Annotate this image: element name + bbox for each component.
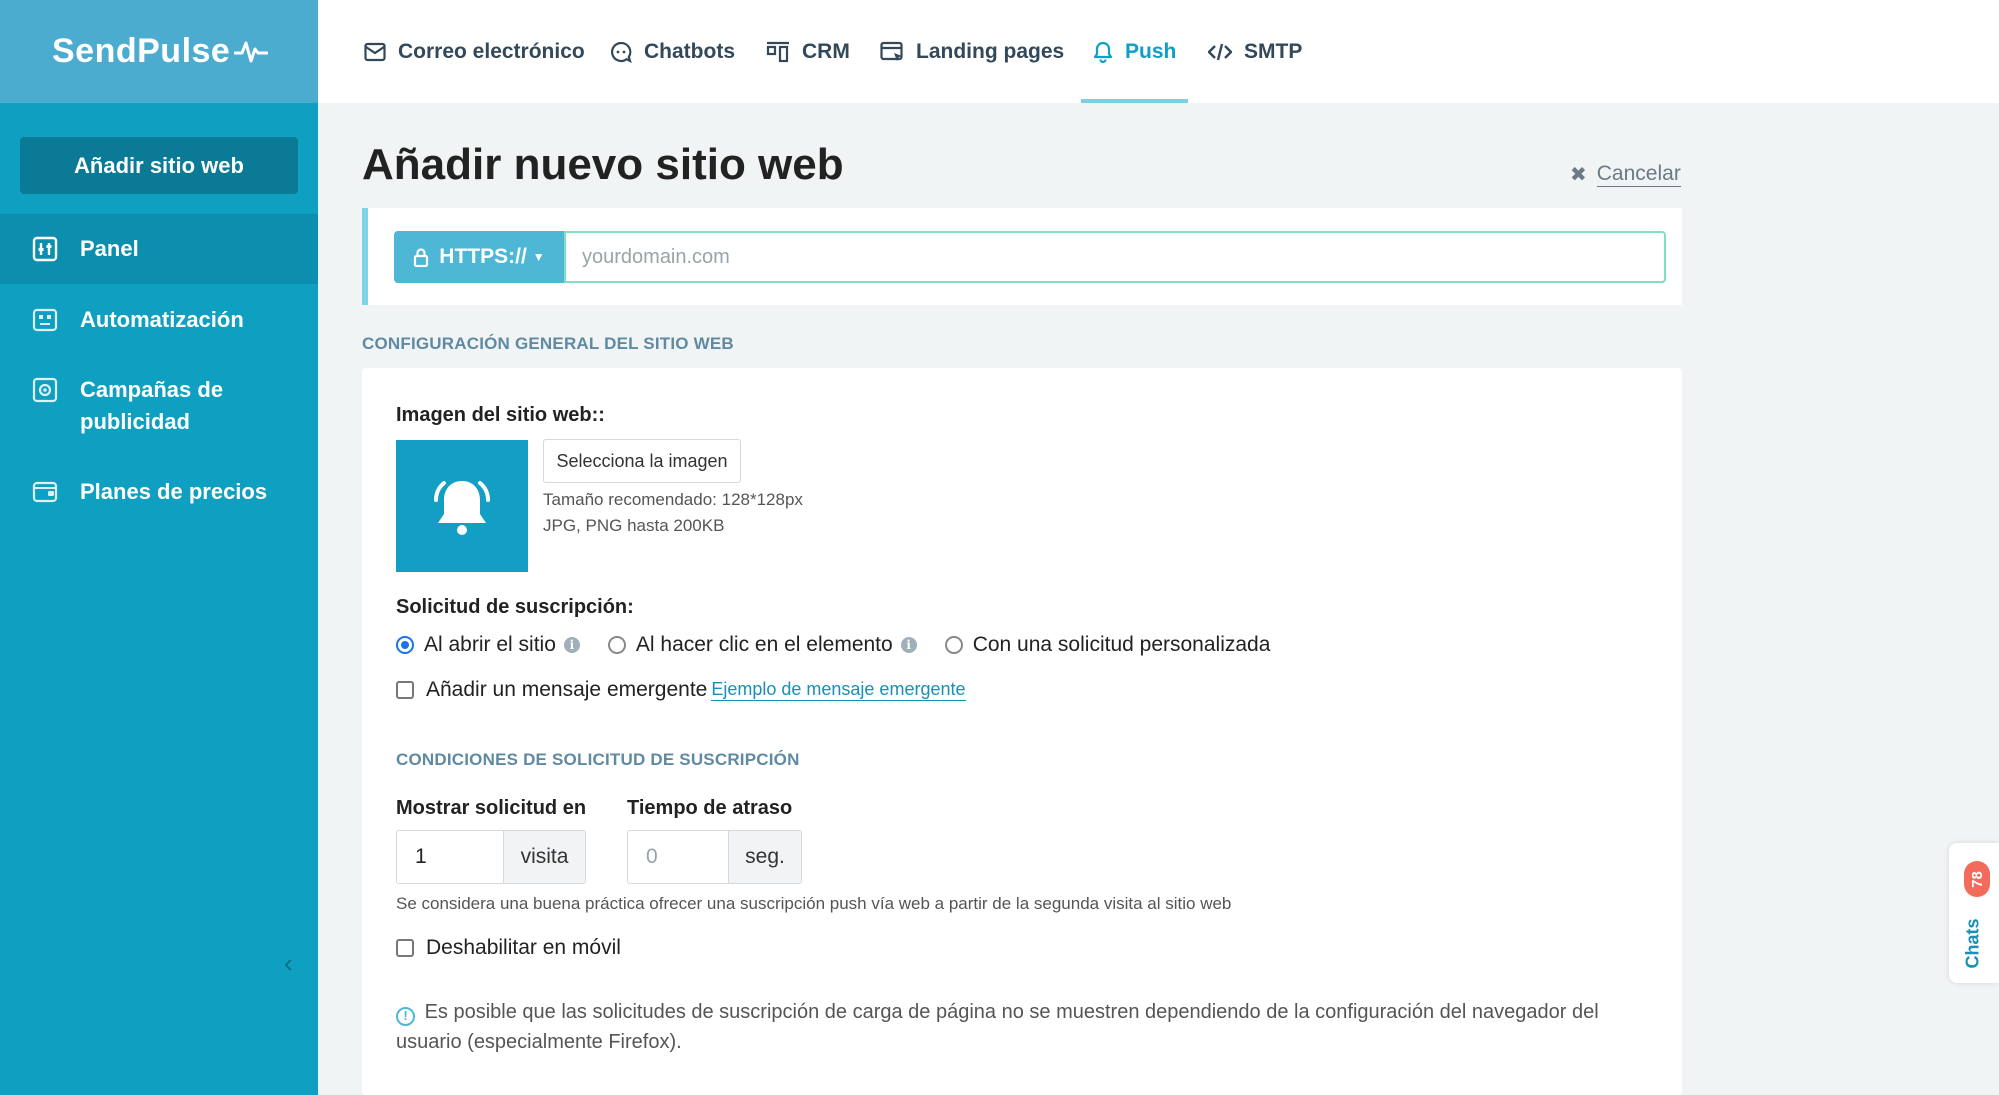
radio-label: Al hacer clic en el elemento — [635, 633, 893, 656]
checkbox-box[interactable] — [396, 939, 414, 957]
mail-icon — [364, 42, 386, 61]
delay-field: seg. — [627, 830, 802, 884]
radio-indicator — [944, 636, 963, 654]
tab-label: Push — [1125, 39, 1177, 63]
checkbox-label: Deshabilitar en móvil — [426, 936, 621, 959]
sidebar-item-label: Planes de precios — [80, 479, 268, 504]
show-request-label: Mostrar solicitud en — [396, 797, 587, 819]
info-icon[interactable]: i — [563, 637, 580, 653]
chevron-down-icon: ▼ — [532, 250, 545, 264]
checkbox-box[interactable] — [396, 681, 414, 699]
tab-chatbots[interactable]: Chatbots — [610, 0, 735, 103]
sidebar-item-automation[interactable]: Automatización — [0, 304, 318, 336]
add-site-button[interactable]: Añadir sitio web — [20, 137, 298, 194]
browser-note-text: Es posible que las solicitudes de suscri… — [396, 1001, 1599, 1053]
tab-push[interactable]: Push — [1081, 0, 1189, 103]
subscription-label: Solicitud de suscripción: — [396, 596, 634, 618]
popup-example-link[interactable]: Ejemplo de mensaje emergente — [711, 679, 966, 701]
domain-input[interactable] — [564, 231, 1666, 283]
radio-indicator — [396, 636, 414, 654]
browser-note: ! Es posible que las solicitudes de susc… — [396, 997, 1656, 1057]
protocol-dropdown[interactable]: HTTPS:// ▼ — [394, 231, 564, 283]
sidebar-item-campaigns[interactable]: Campañas de publicidad — [0, 374, 300, 438]
tab-smtp[interactable]: SMTP — [1208, 0, 1302, 103]
delay-unit: seg. — [728, 831, 801, 883]
radio-on-click[interactable]: Al hacer clic en el elemento i — [607, 633, 917, 657]
dashboard-icon — [32, 236, 58, 262]
visit-count-field: visita — [396, 830, 586, 884]
chats-widget[interactable]: 78 Chats — [1949, 843, 1999, 983]
automation-icon — [32, 308, 58, 332]
sendpulse-logo[interactable]: SendPulse — [52, 32, 269, 71]
sidebar-item-pricing[interactable]: Planes de precios — [0, 476, 318, 508]
select-image-button[interactable]: Selecciona la imagen — [543, 439, 741, 483]
campaigns-icon — [32, 377, 58, 403]
radio-label: Al abrir el sitio — [424, 633, 556, 656]
collapse-sidebar-icon[interactable]: ‹ — [284, 948, 293, 979]
popup-message-checkbox[interactable]: Añadir un mensaje emergente Ejemplo de m… — [396, 678, 966, 702]
logo-area: SendPulse — [0, 0, 318, 103]
tab-landing-pages[interactable]: Landing pages — [880, 0, 1064, 103]
radio-indicator — [607, 636, 626, 654]
checkbox-label: Añadir un mensaje emergente — [426, 678, 708, 701]
conditions-section-title: CONDICIONES DE SOLICITUD DE SUSCRIPCIÓN — [396, 750, 800, 769]
subscription-options: Al abrir el sitio i Al hacer clic en el … — [396, 633, 1298, 657]
disable-mobile-checkbox[interactable]: Deshabilitar en móvil — [396, 936, 621, 960]
visit-unit: visita — [503, 831, 585, 883]
radio-on-open[interactable]: Al abrir el sitio i — [396, 633, 580, 657]
info-icon[interactable]: i — [900, 637, 917, 653]
exclamation-icon: ! — [396, 1006, 415, 1026]
code-icon — [1208, 43, 1232, 60]
delay-label: Tiempo de atraso — [627, 797, 793, 819]
site-image-preview[interactable] — [396, 440, 528, 572]
visit-count-input[interactable] — [397, 831, 503, 883]
tab-label: Chatbots — [644, 39, 735, 63]
chatbot-icon — [611, 41, 632, 63]
lock-icon — [414, 248, 429, 267]
sidebar-item-panel[interactable]: Panel — [0, 214, 318, 284]
chats-count: 78 — [1968, 870, 1986, 888]
general-section-title: CONFIGURACIÓN GENERAL DEL SITIO WEB — [362, 334, 734, 353]
wallet-icon — [32, 481, 58, 503]
crm-icon — [766, 41, 789, 62]
tab-label: CRM — [802, 39, 850, 63]
file-formats-hint: JPG, PNG hasta 200KB — [543, 516, 725, 535]
sidebar-item-label: Campañas de publicidad — [80, 377, 224, 434]
url-card: HTTPS:// ▼ — [362, 208, 1682, 305]
delay-input[interactable] — [628, 831, 728, 883]
chats-label: Chats — [1962, 918, 1983, 969]
sidebar: SendPulse Añadir sitio web Panel Automat… — [0, 0, 318, 1095]
best-practice-hint: Se considera una buena práctica ofrecer … — [396, 894, 1232, 913]
top-navigation: Correo electrónico Chatbots CRM Landing … — [318, 0, 1999, 103]
site-image-label: Imagen del sitio web:: — [396, 404, 605, 426]
tab-email[interactable]: Correo electrónico — [364, 0, 585, 103]
sidebar-item-label: Automatización — [80, 307, 244, 332]
chats-count-badge: 78 — [1964, 861, 1990, 897]
recommended-size-hint: Tamaño recomendado: 128*128px — [543, 490, 803, 509]
cancel-button[interactable]: ✖ Cancelar — [1570, 162, 1681, 187]
cancel-label: Cancelar — [1596, 162, 1681, 187]
sidebar-item-label: Panel — [80, 236, 139, 261]
landing-icon — [880, 41, 903, 61]
bell-icon — [1093, 41, 1113, 63]
close-icon: ✖ — [1570, 164, 1587, 186]
protocol-value: HTTPS:// — [439, 245, 527, 268]
tab-label: Landing pages — [916, 39, 1065, 63]
page-title: Añadir nuevo sitio web — [362, 140, 844, 189]
settings-panel: Imagen del sitio web:: Selecciona la ima… — [362, 368, 1682, 1095]
tab-label: Correo electrónico — [398, 39, 585, 63]
tab-crm[interactable]: CRM — [766, 0, 850, 103]
bell-icon — [434, 481, 490, 535]
brand-name: SendPulse — [52, 32, 231, 70]
radio-label: Con una solicitud personalizada — [972, 633, 1271, 656]
radio-custom-request[interactable]: Con una solicitud personalizada — [944, 633, 1271, 657]
pulse-icon — [234, 41, 269, 62]
tab-label: SMTP — [1244, 39, 1303, 63]
